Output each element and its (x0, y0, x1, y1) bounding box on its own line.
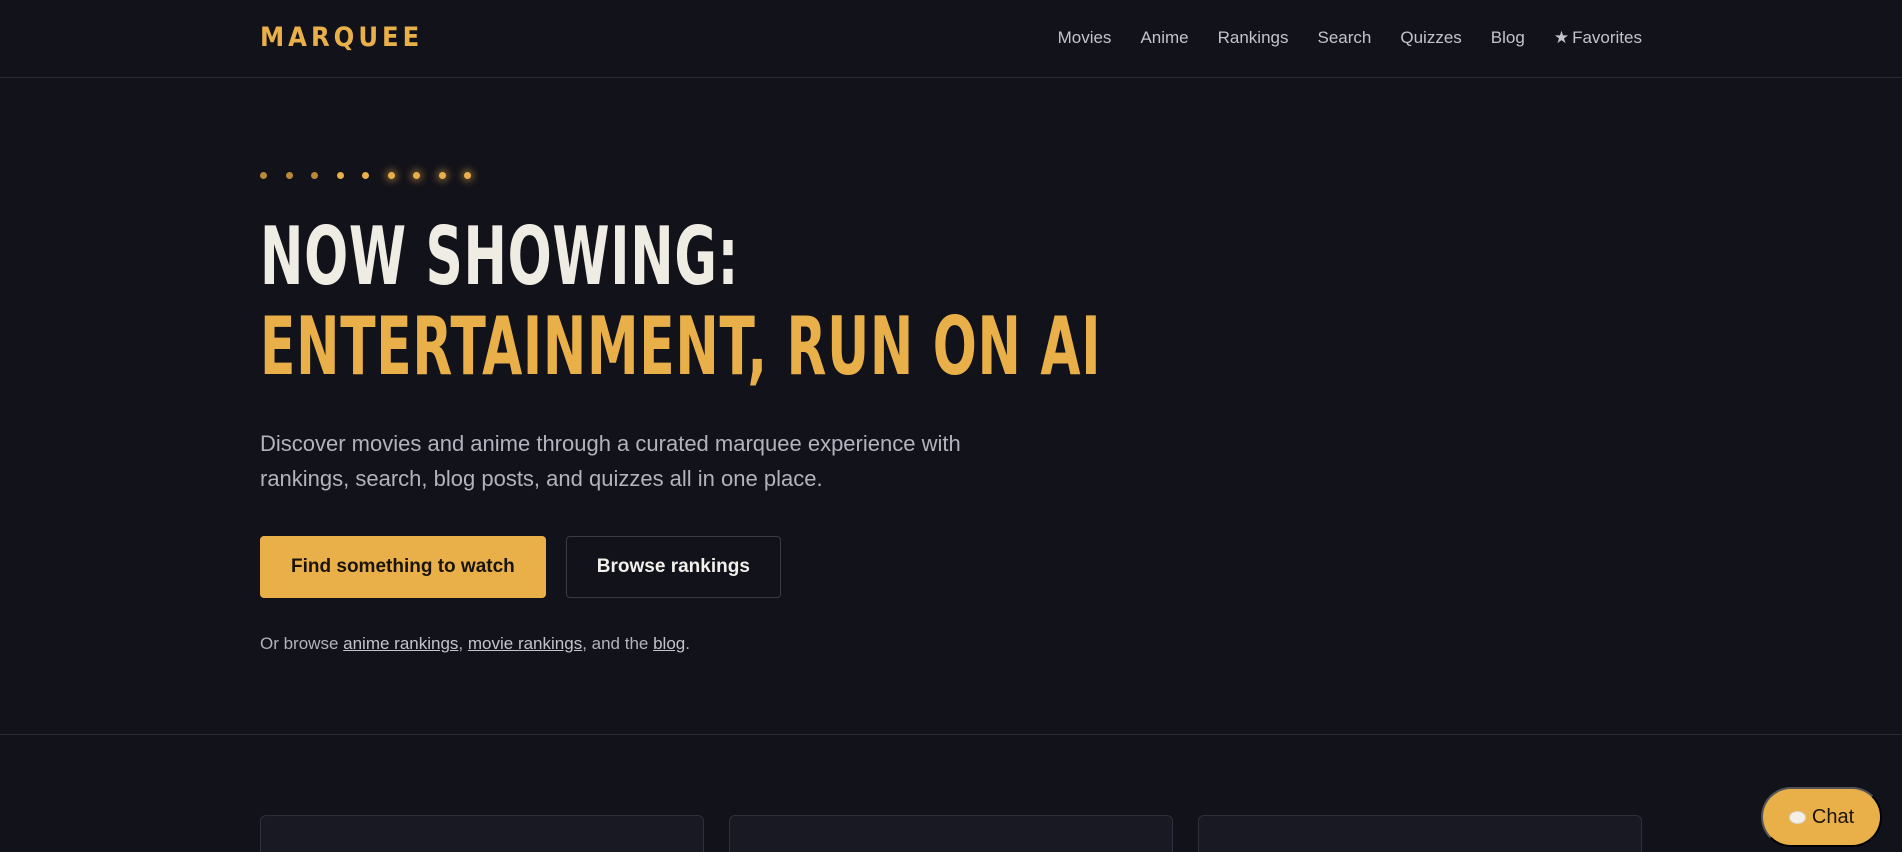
marquee-bulb-icon (362, 171, 369, 179)
nav-blog[interactable]: Blog (1491, 26, 1525, 50)
marquee-bulb-icon (387, 171, 395, 179)
browse-prefix: Or browse (260, 634, 344, 653)
hero-lead: Discover movies and anime through a cura… (260, 431, 961, 491)
hero-section: NOW SHOWING: ENTERTAINMENT, RUN ON AI Di… (260, 170, 1160, 656)
nav-anime[interactable]: Anime (1140, 26, 1188, 50)
site-header: MARQUEE Movies Anime Rankings Search Qui… (0, 0, 1902, 78)
nav-quizzes[interactable]: Quizzes (1400, 26, 1461, 50)
browse-rankings-button[interactable]: Browse rankings (565, 536, 781, 598)
browse-suffix: . (685, 634, 690, 653)
marquee-bulb-icon (336, 171, 344, 179)
hero-headline: NOW SHOWING: ENTERTAINMENT, RUN ON AI (260, 212, 1160, 392)
marquee-bulb-icon (311, 171, 318, 179)
find-something-button[interactable]: Find something to watch (260, 536, 546, 598)
nav-rankings[interactable]: Rankings (1218, 26, 1289, 50)
section-divider (0, 734, 1902, 735)
hero-cta-group: Find something to watch Browse rankings (260, 536, 1160, 598)
chat-label: Chat (1811, 805, 1855, 828)
nav-favorites[interactable]: ★ Favorites (1554, 26, 1642, 50)
headline-line-2: ENTERTAINMENT, RUN ON AI (260, 300, 1102, 393)
site-logo[interactable]: MARQUEE (260, 22, 423, 54)
feature-card[interactable] (1198, 815, 1642, 852)
marquee-bulb-icon (285, 171, 293, 179)
marquee-bulb-icon (438, 171, 446, 179)
page: MARQUEE Movies Anime Rankings Search Qui… (0, 0, 1902, 852)
browse-sep-2: , and the (582, 634, 654, 653)
browse-sep-1: , (458, 634, 468, 653)
chat-button[interactable]: Chat (1761, 787, 1882, 847)
nav-search[interactable]: Search (1318, 26, 1372, 50)
marquee-bulb-icon (464, 171, 471, 179)
marquee-lights (260, 170, 1160, 180)
feature-card[interactable] (729, 815, 1173, 852)
browse-links: Or browse anime rankings, movie rankings… (260, 632, 1160, 656)
movie-rankings-link[interactable]: movie rankings (468, 634, 582, 653)
nav-favorites-label: Favorites (1572, 28, 1642, 47)
star-icon: ★ (1553, 28, 1570, 47)
feature-card[interactable] (260, 815, 704, 852)
nav-movies[interactable]: Movies (1058, 26, 1112, 50)
marquee-bulb-icon (260, 171, 267, 179)
blog-link[interactable]: blog (653, 634, 685, 653)
marquee-bulb-icon (413, 171, 420, 179)
speech-bubble-icon (1788, 810, 1806, 824)
main-nav: Movies Anime Rankings Search Quizzes Blo… (1058, 26, 1642, 50)
headline-line-1: NOW SHOWING: (260, 210, 740, 303)
anime-rankings-link[interactable]: anime rankings (343, 634, 458, 653)
